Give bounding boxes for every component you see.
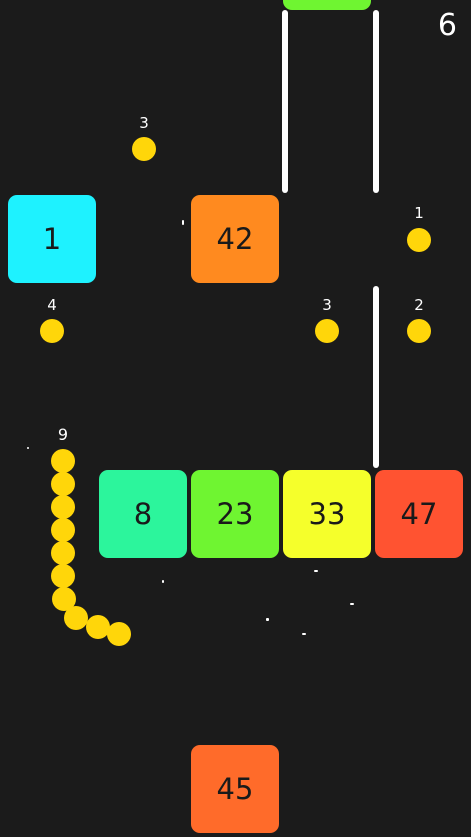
number-block-top-partial	[283, 0, 371, 10]
pellet-icon[interactable]	[132, 137, 156, 161]
score-counter: 6	[437, 8, 457, 43]
number-block-23: 23	[191, 470, 279, 558]
snake-segment	[51, 472, 75, 496]
number-block-8: 8	[99, 470, 187, 558]
number-block-33: 33	[283, 470, 371, 558]
pellet-icon[interactable]	[407, 319, 431, 343]
snake-segment	[51, 541, 75, 565]
snake-segment	[64, 606, 88, 630]
pellet-label: 1	[414, 204, 424, 222]
number-block-45-value: 45	[216, 772, 254, 806]
pellet-label: 3	[322, 296, 332, 314]
snake-head[interactable]	[51, 449, 75, 473]
game-board[interactable]: 6 1 42 8 23 33 47 45 3 1 4 3 2 9	[0, 0, 471, 837]
wall-right-upper	[373, 10, 379, 193]
number-block-1: 1	[8, 195, 96, 283]
number-block-47-value: 47	[400, 497, 438, 531]
snake-segment	[51, 564, 75, 588]
debris-particle	[27, 447, 29, 449]
number-block-23-value: 23	[216, 497, 254, 531]
wall-right-lower	[373, 286, 379, 468]
wall-left-upper	[282, 10, 288, 193]
snake-segment	[51, 518, 75, 542]
debris-particle	[182, 220, 184, 225]
snake-segment	[107, 622, 131, 646]
debris-particle	[162, 580, 164, 583]
pellet-label: 2	[414, 296, 424, 314]
snake-length-label: 9	[57, 425, 69, 444]
number-block-33-value: 33	[308, 497, 346, 531]
number-block-42-value: 42	[216, 222, 254, 256]
snake-segment	[51, 495, 75, 519]
debris-particle	[266, 618, 269, 621]
number-block-47: 47	[375, 470, 463, 558]
pellet-icon[interactable]	[40, 319, 64, 343]
pellet-icon[interactable]	[407, 228, 431, 252]
number-block-45: 45	[191, 745, 279, 833]
debris-particle	[302, 633, 306, 635]
pellet-label: 3	[139, 114, 149, 132]
number-block-8-value: 8	[133, 497, 153, 531]
pellet-icon[interactable]	[315, 319, 339, 343]
pellet-label: 4	[47, 296, 57, 314]
debris-particle	[314, 570, 318, 572]
number-block-42: 42	[191, 195, 279, 283]
debris-particle	[350, 603, 354, 605]
number-block-1-value: 1	[42, 222, 62, 256]
